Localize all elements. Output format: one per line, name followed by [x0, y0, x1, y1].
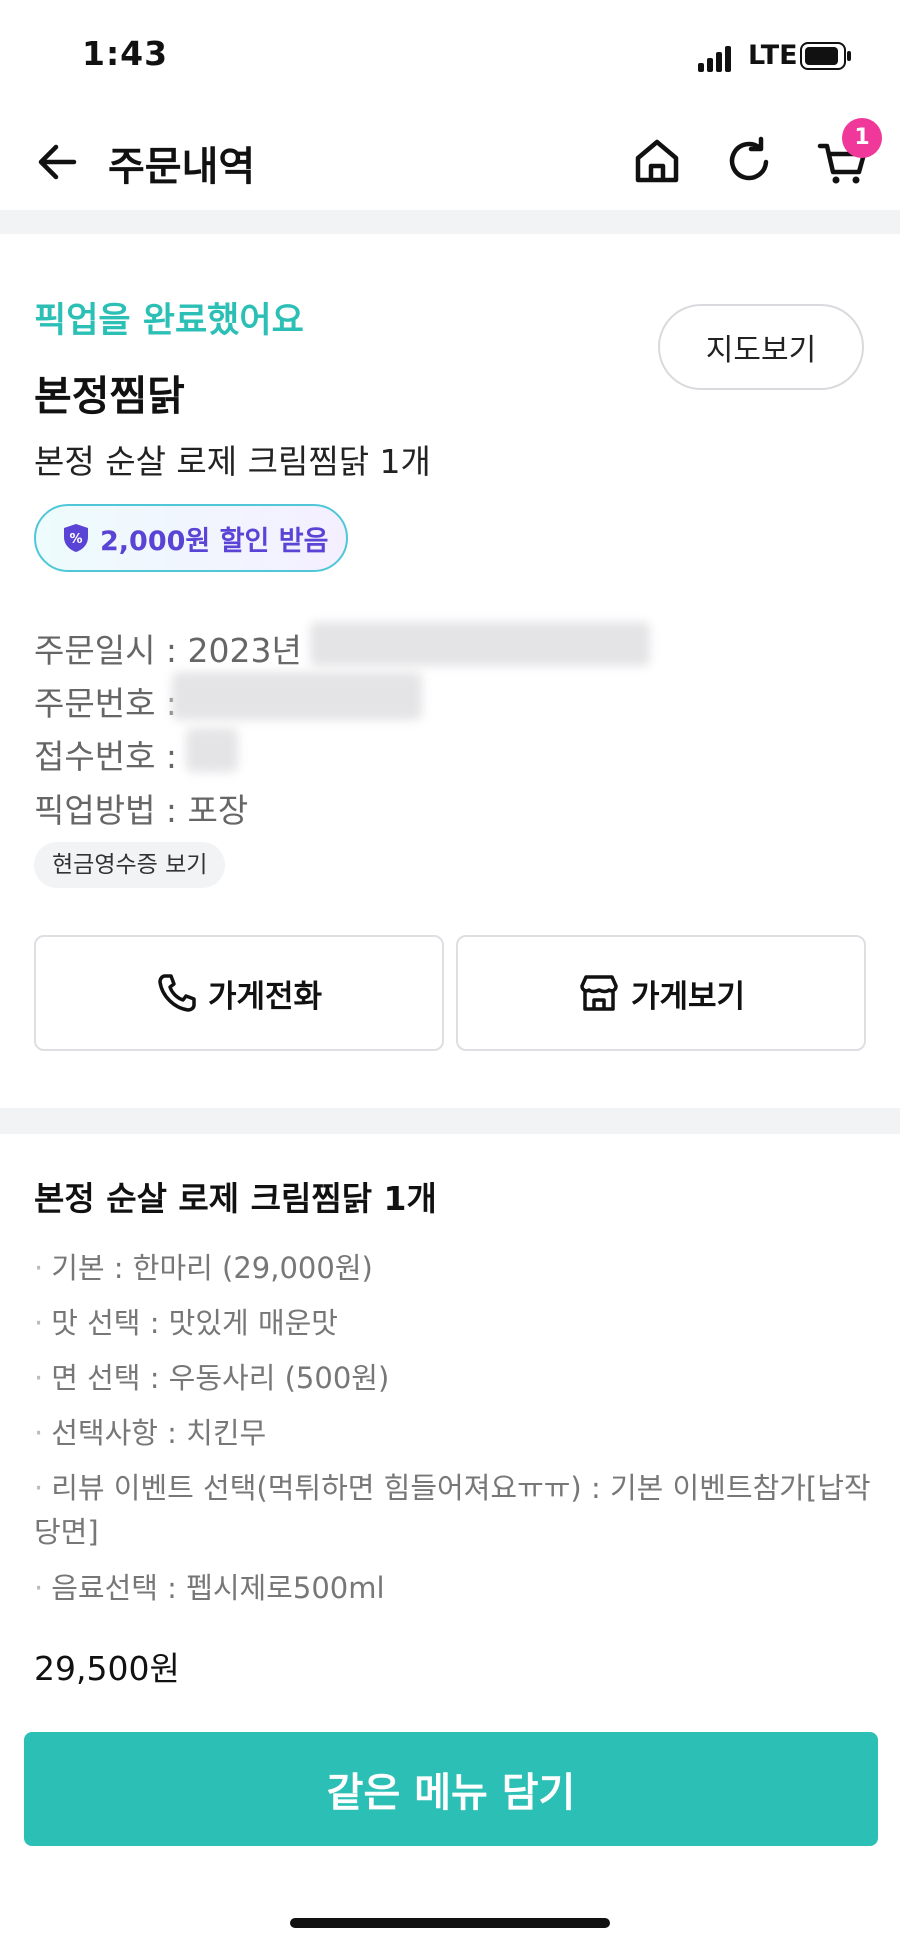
section-divider	[0, 1108, 900, 1134]
back-arrow-icon[interactable]	[30, 134, 86, 190]
menu-price: 29,500원	[34, 1649, 180, 1688]
section-divider	[0, 210, 900, 234]
view-store-button[interactable]: 가게보기	[456, 935, 866, 1051]
menu-option: · 선택사항 : 치킨무	[34, 1416, 267, 1450]
status-bar: 1:43 LTE	[0, 0, 900, 110]
home-indicator	[290, 1918, 610, 1928]
discount-badge: % 2,000원 할인 받음	[34, 504, 348, 572]
menu-option: · 면 선택 : 우동사리 (500원)	[34, 1361, 390, 1395]
svg-text:%: %	[69, 532, 82, 547]
call-store-label: 가게전화	[207, 978, 323, 1015]
phone-icon	[158, 974, 196, 1012]
store-icon	[580, 975, 618, 1011]
order-summary: 본정 순살 로제 크림찜닭 1개	[34, 442, 431, 481]
menu-option: · 맛 선택 : 맛있게 매운맛	[34, 1306, 338, 1340]
add-same-menu-button[interactable]: 같은 메뉴 담기	[24, 1732, 878, 1846]
menu-item-title: 본정 순살 로제 크림찜닭 1개	[34, 1179, 437, 1218]
order-number: 주문번호 :	[34, 684, 178, 723]
app-header: 주문내역	[0, 110, 900, 210]
order-status: 픽업을 완료했어요	[34, 301, 304, 341]
signal-icon	[698, 46, 734, 72]
call-store-button[interactable]: 가게전화	[34, 935, 444, 1051]
receipt-number: 접수번호 :	[34, 737, 178, 776]
redacted-date	[310, 622, 650, 666]
store-name: 본정찜닭	[34, 372, 185, 420]
menu-option: · 기본 : 한마리 (29,000원)	[34, 1251, 373, 1285]
home-icon[interactable]	[628, 132, 686, 190]
pickup-method: 픽업방법 : 포장	[34, 791, 249, 830]
network-label: LTE	[748, 40, 798, 71]
view-map-button[interactable]: 지도보기	[658, 304, 864, 390]
refresh-icon[interactable]	[720, 132, 778, 190]
menu-option: · 리뷰 이벤트 선택(먹튀하면 힘들어져요ㅠㅠ) : 기본 이벤트참가[납작당면…	[34, 1471, 871, 1549]
cart-count-badge: 1	[842, 118, 882, 158]
page-title: 주문내역	[108, 144, 256, 190]
order-date: 주문일시 : 2023년	[34, 631, 302, 670]
view-store-label: 가게보기	[630, 978, 746, 1015]
battery-icon	[800, 42, 851, 70]
discount-text: 2,000원 할인 받음	[100, 525, 329, 557]
coupon-shield-icon: %	[64, 524, 88, 552]
menu-option: · 음료선택 : 펩시제로500ml	[34, 1571, 385, 1605]
status-time: 1:43	[82, 34, 169, 73]
redacted-order-number	[172, 672, 422, 720]
cash-receipt-button[interactable]: 현금영수증 보기	[34, 842, 226, 888]
redacted-receipt-number	[186, 728, 238, 772]
